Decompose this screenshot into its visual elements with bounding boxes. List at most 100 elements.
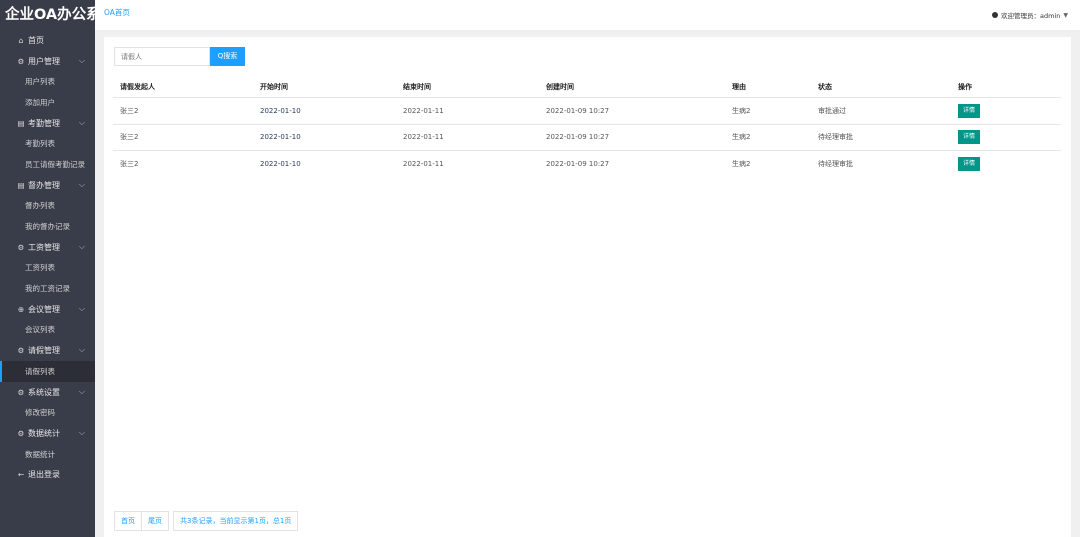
sidebar-subitem-20[interactable]: 数据统计 xyxy=(0,444,95,465)
first-page-button[interactable]: 首页 xyxy=(114,511,142,531)
leave-table: 请假发起人 开始时间 结束时间 创建时间 理由 状态 操作 张三2 2022-0… xyxy=(113,77,1061,178)
sidebar-item-label: 数据统计 xyxy=(28,428,60,438)
status-cell: 审批通过 xyxy=(818,106,846,115)
action-cell: 详情 xyxy=(951,157,1061,172)
chevron-down-icon: ⌵ xyxy=(78,428,85,438)
gear-icon: ⚙ xyxy=(17,346,25,356)
sidebar-item-4[interactable]: ▤ 考勤管理 ⌵ xyxy=(0,113,95,134)
sidebar-subitem-2[interactable]: 用户列表 xyxy=(0,71,95,92)
sidebar-item-7[interactable]: ▤ 督办管理 ⌵ xyxy=(0,175,95,196)
sidebar-subitem-11[interactable]: 工资列表 xyxy=(0,258,95,279)
breadcrumb-home[interactable]: OA首页 xyxy=(104,7,130,18)
column-header: 开始时间 xyxy=(260,83,288,91)
end-date-cell: 2022-01-11 xyxy=(403,160,444,169)
sidebar-item-label: 用户管理 xyxy=(28,56,60,66)
sidebar-item-0[interactable]: ⌂ 首页 xyxy=(0,30,95,51)
sidebar-nav: ⌂ 首页 ⚙ 用户管理 ⌵ 用户列表 添加用户 ▤ 考勤管理 ⌵ 考勤列表 员工请假考勤记录 ▤ 督办管理… xyxy=(0,30,95,485)
sidebar-subitem-18[interactable]: 修改密码 xyxy=(0,402,95,423)
last-page-button[interactable]: 尾页 xyxy=(141,511,169,531)
sidebar-subitem-5[interactable]: 考勤列表 xyxy=(0,133,95,154)
table-row: 张三2 2022-01-10 2022-01-11 2022-01-09 10:… xyxy=(113,125,1061,151)
gear-icon: ⚙ xyxy=(17,242,25,252)
sidebar-item-label: 会议列表 xyxy=(25,325,55,335)
home-icon: ⌂ xyxy=(18,35,24,45)
sidebar-item-10[interactable]: ⚙ 工资管理 ⌵ xyxy=(0,237,95,258)
detail-button[interactable]: 详情 xyxy=(958,130,981,145)
user-menu[interactable]: 欢迎管理员：admin ▼ xyxy=(992,10,1068,20)
circle-icon: ⊕ xyxy=(17,304,25,314)
created-time-cell: 2022-01-09 10:27 xyxy=(546,160,610,169)
sidebar-subitem-3[interactable]: 添加用户 xyxy=(0,92,95,113)
chevron-down-icon: ⌵ xyxy=(78,303,85,313)
sidebar-item-label: 会议管理 xyxy=(28,304,60,314)
welcome-text: 欢迎管理员：admin xyxy=(1001,12,1061,20)
sidebar: 企业OA办公系统 ⌂首页⚙用户管理⌵用户列表添加用户▤考勤管理⌵考勤列表员工请假… xyxy=(0,0,95,537)
sidebar-subitem-9[interactable]: 我的督办记录 xyxy=(0,216,95,237)
reason-cell: 生病2 xyxy=(732,133,751,142)
sidebar-item-label: 系统设置 xyxy=(28,387,60,397)
end-date-cell: 2022-01-11 xyxy=(403,133,444,142)
sidebar-item-21[interactable]: ← 退出登录 xyxy=(0,464,95,485)
reason-cell: 生病2 xyxy=(732,106,751,115)
gear-icon: ⚙ xyxy=(17,56,25,66)
created-time-cell: 2022-01-09 10:27 xyxy=(546,133,610,142)
start-date-cell: 2022-01-10 xyxy=(260,160,301,169)
sidebar-item-label: 请假管理 xyxy=(28,346,60,356)
column-header: 请假发起人 xyxy=(120,83,155,91)
table-header: 请假发起人 开始时间 结束时间 创建时间 理由 状态 操作 xyxy=(113,77,1061,98)
file-icon: ▤ xyxy=(17,118,25,128)
search-input[interactable] xyxy=(114,47,210,66)
requester-cell: 张三2 xyxy=(120,160,139,169)
detail-button[interactable]: 详情 xyxy=(958,103,981,118)
sidebar-item-label: 工资列表 xyxy=(25,263,55,273)
table-row: 张三2 2022-01-10 2022-01-11 2022-01-09 10:… xyxy=(113,98,1061,125)
search-button[interactable]: Q搜索 xyxy=(210,47,245,66)
start-date-cell: 2022-01-10 xyxy=(260,106,301,115)
sidebar-subitem-16[interactable]: 请假列表 xyxy=(0,361,95,382)
sidebar-subitem-6[interactable]: 员工请假考勤记录 xyxy=(0,154,95,175)
detail-button[interactable]: 详情 xyxy=(958,157,981,172)
status-cell: 待经理审批 xyxy=(818,133,853,142)
requester-cell: 张三2 xyxy=(120,106,139,115)
column-header: 创建时间 xyxy=(546,83,574,91)
sidebar-item-label: 请假列表 xyxy=(25,366,55,376)
pagination-info: 共3条记录，当前显示第1页，总1页 xyxy=(173,511,299,531)
sidebar-subitem-14[interactable]: 会议列表 xyxy=(0,320,95,341)
gear-icon: ⚙ xyxy=(17,428,25,438)
sidebar-item-label: 用户列表 xyxy=(25,77,55,87)
chevron-down-icon: ⌵ xyxy=(78,241,85,251)
reason-cell: 生病2 xyxy=(732,160,751,169)
file-icon: ▤ xyxy=(17,180,25,190)
sidebar-item-label: 考勤列表 xyxy=(25,139,55,149)
sidebar-item-1[interactable]: ⚙ 用户管理 ⌵ xyxy=(0,51,95,72)
content-panel: Q搜索 请假发起人 开始时间 结束时间 创建时间 理由 状态 操作 张三2 20… xyxy=(104,37,1071,537)
top-header: OA首页 欢迎管理员：admin ▼ xyxy=(95,0,1080,30)
status-cell: 待经理审批 xyxy=(818,160,853,169)
pagination: 首页 尾页 共3条记录，当前显示第1页，总1页 xyxy=(114,511,299,531)
chevron-down-icon: ⌵ xyxy=(78,117,85,127)
sidebar-item-label: 督办管理 xyxy=(28,180,60,190)
sidebar-item-label: 退出登录 xyxy=(28,470,60,480)
gear-icon: ⚙ xyxy=(17,387,25,397)
sidebar-subitem-8[interactable]: 督办列表 xyxy=(0,196,95,217)
sidebar-item-17[interactable]: ⚙ 系统设置 ⌵ xyxy=(0,382,95,403)
sidebar-item-label: 考勤管理 xyxy=(28,118,60,128)
sidebar-item-label: 修改密码 xyxy=(25,408,55,418)
sidebar-subitem-12[interactable]: 我的工资记录 xyxy=(0,278,95,299)
created-time-cell: 2022-01-09 10:27 xyxy=(546,106,610,115)
caret-down-icon: ▼ xyxy=(1063,11,1068,19)
column-header: 结束时间 xyxy=(403,83,431,91)
action-cell: 详情 xyxy=(951,130,1061,145)
user-avatar-icon xyxy=(992,12,998,18)
sidebar-item-13[interactable]: ⊕ 会议管理 ⌵ xyxy=(0,299,95,320)
sidebar-item-label: 督办列表 xyxy=(25,201,55,211)
sidebar-item-15[interactable]: ⚙ 请假管理 ⌵ xyxy=(0,340,95,361)
requester-cell: 张三2 xyxy=(120,133,139,142)
sidebar-item-label: 我的督办记录 xyxy=(25,222,70,232)
sidebar-item-19[interactable]: ⚙ 数据统计 ⌵ xyxy=(0,423,95,444)
start-date-cell: 2022-01-10 xyxy=(260,133,301,142)
arrow-left-icon: ← xyxy=(17,470,25,480)
sidebar-item-label: 首页 xyxy=(28,35,44,45)
chevron-down-icon: ⌵ xyxy=(78,386,85,396)
sidebar-item-label: 我的工资记录 xyxy=(25,284,70,294)
